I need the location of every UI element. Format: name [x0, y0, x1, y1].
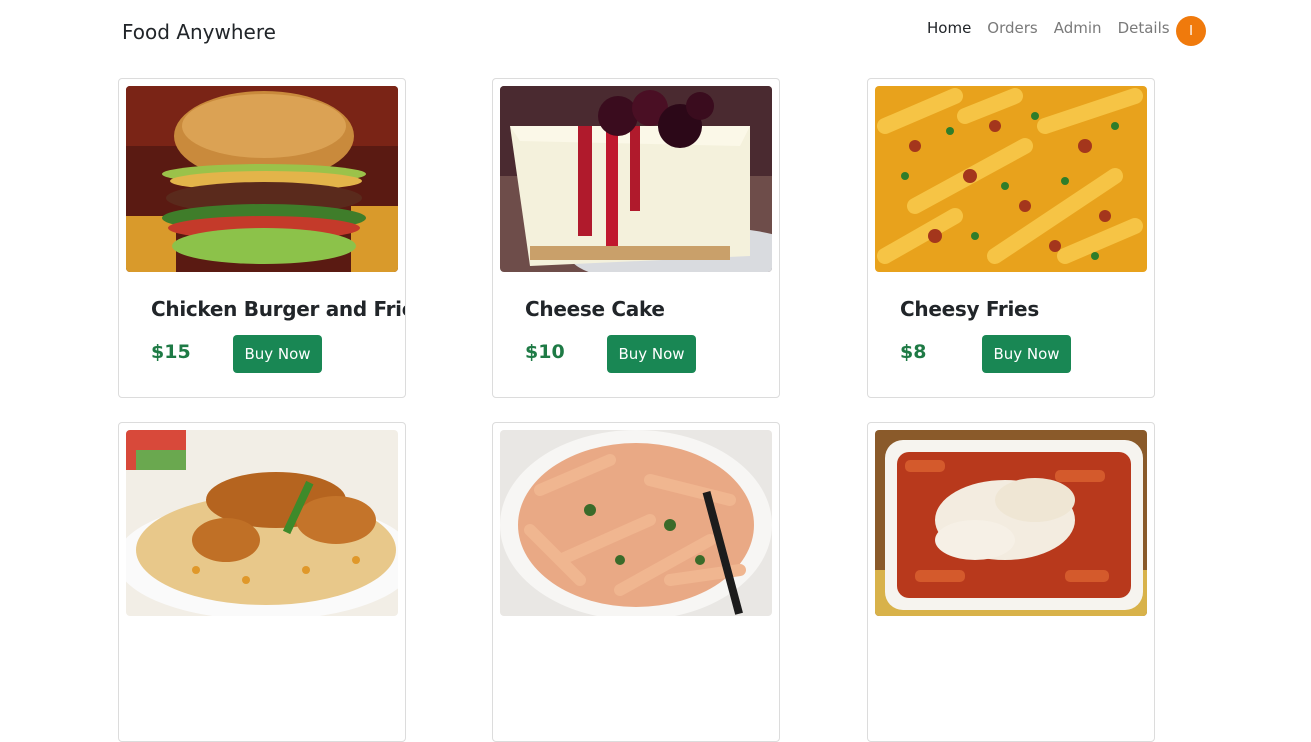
product-card: [867, 422, 1155, 742]
burger-photo: [126, 86, 398, 272]
biryani-photo: [126, 430, 398, 616]
product-price: $15: [151, 341, 191, 363]
nav-details[interactable]: Details: [1118, 18, 1170, 38]
product-card: Cheese Cake $10 Buy Now: [492, 78, 780, 398]
buy-now-button[interactable]: Buy Now: [982, 335, 1071, 373]
penne-pasta-photo: [500, 430, 772, 616]
product-price: $10: [525, 341, 565, 363]
product-title: Cheese Cake: [525, 297, 665, 321]
product-card: [492, 422, 780, 742]
navbar: Food Anywhere Home Orders Admin Details …: [0, 0, 1311, 64]
nav-admin[interactable]: Admin: [1054, 18, 1102, 38]
product-title: Cheesy Fries: [900, 297, 1039, 321]
product-card: Cheesy Fries $8 Buy Now: [867, 78, 1155, 398]
product-card: [118, 422, 406, 742]
product-title: Chicken Burger and Fries: [151, 297, 406, 321]
baked-pasta-photo: [875, 430, 1147, 616]
cheesecake-photo: [500, 86, 772, 272]
cheesy-fries-photo: [875, 86, 1147, 272]
buy-now-button[interactable]: Buy Now: [233, 335, 322, 373]
nav-orders[interactable]: Orders: [987, 18, 1037, 38]
user-avatar[interactable]: I: [1176, 16, 1206, 46]
brand-link[interactable]: Food Anywhere: [122, 20, 276, 44]
buy-now-button[interactable]: Buy Now: [607, 335, 696, 373]
product-price: $8: [900, 341, 927, 363]
product-card: Chicken Burger and Fries $15 Buy Now: [118, 78, 406, 398]
nav-links: Home Orders Admin Details: [927, 18, 1186, 38]
nav-home[interactable]: Home: [927, 18, 971, 38]
